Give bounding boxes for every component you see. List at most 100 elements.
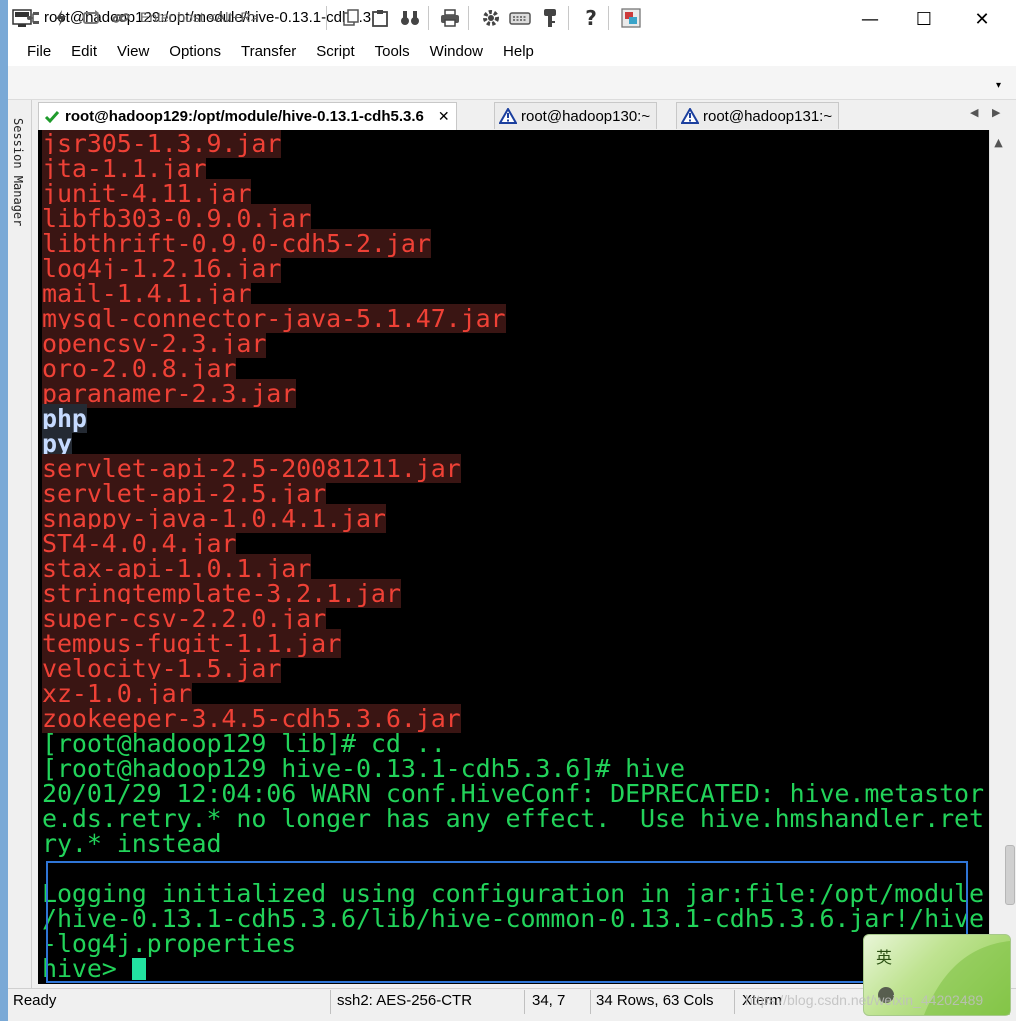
terminal-line: Logging initialized using configuration …	[42, 881, 984, 906]
scroll-up-icon[interactable]: ▲	[989, 132, 1008, 152]
terminal-line: super-csv-2.2.0.jar	[42, 604, 326, 633]
terminal-line: stax-api-1.0.1.jar	[42, 554, 311, 583]
key-icon[interactable]	[539, 7, 561, 29]
terminal-line: ry.* instead	[42, 829, 222, 858]
status-ready: Ready	[13, 992, 57, 1009]
terminal-line: tempus-fugit-1.1.jar	[42, 629, 341, 658]
toolbar-separator	[428, 6, 429, 30]
terminal-line: libthrift-0.9.0-cdh5-2.jar	[42, 229, 431, 258]
warning-icon	[681, 107, 699, 125]
menu-help[interactable]: Help	[493, 38, 544, 66]
print-icon[interactable]	[439, 7, 461, 29]
tab-label: root@hadoop130:~	[521, 107, 651, 125]
sftp-icon[interactable]	[620, 7, 642, 29]
terminal-line: jta-1.1.jar	[42, 154, 207, 183]
hive-prompt-line[interactable]: hive>	[42, 956, 146, 981]
terminal-line: junit-4.11.jar	[42, 179, 251, 208]
terminal-output[interactable]: jsr305-1.3.9.jar jta-1.1.jar junit-4.11.ja…	[38, 130, 989, 984]
maximize-button[interactable]: ☐	[897, 0, 951, 38]
terminal-line: servlet-api-2.5-20081211.jar	[42, 454, 461, 483]
terminal-line: zookeeper-3.4.5-cdh5.3.6.jar	[42, 704, 461, 733]
menu-options[interactable]: Options	[159, 38, 231, 66]
status-separator	[330, 990, 331, 1014]
terminal-line: php	[42, 404, 87, 433]
find-icon[interactable]	[399, 7, 421, 29]
paste-icon[interactable]	[369, 7, 391, 29]
tab-scroll-right-icon[interactable]: ▶	[992, 106, 1000, 119]
hive-prompt: hive>	[42, 954, 132, 983]
terminal-line: libfb303-0.9.0.jar	[42, 204, 311, 233]
menu-script[interactable]: Script	[306, 38, 364, 66]
minimize-icon: —	[861, 8, 879, 30]
status-cipher: ssh2: AES-256-CTR	[337, 992, 473, 1009]
terminal-line: -log4j.properties	[42, 931, 296, 956]
tab-label: root@hadoop129:/opt/module/hive-0.13.1-c…	[65, 108, 424, 125]
reconnect-icon[interactable]	[80, 7, 102, 29]
toolbar-separator	[568, 6, 569, 30]
terminal-line: [root@hadoop129 hive-0.13.1-cdh5.3.6]# h…	[42, 756, 685, 781]
tab-hadoop131[interactable]: root@hadoop131:~	[676, 102, 840, 129]
minimize-button[interactable]: —	[843, 0, 897, 38]
menu-file[interactable]: File	[8, 38, 61, 66]
tab-scroll-left-icon[interactable]: ◀	[970, 106, 978, 119]
terminal-line: jsr305-1.3.9.jar	[42, 130, 281, 158]
keymap-icon[interactable]	[509, 7, 531, 29]
terminal-line: mysql-connector-java-5.1.47.jar	[42, 304, 506, 333]
check-icon	[43, 108, 61, 126]
menu-tools[interactable]: Tools	[365, 38, 420, 66]
toolbar-separator	[608, 6, 609, 30]
status-separator	[524, 990, 525, 1014]
maximize-icon: ☐	[915, 8, 933, 30]
terminal-line: e.ds.retry.* no longer has any effect. U…	[42, 806, 984, 831]
terminal-line: servlet-api-2.5.jar	[42, 479, 326, 508]
warning-icon	[499, 107, 517, 125]
status-terminal-size: 34 Rows, 63 Cols	[596, 992, 714, 1009]
settings-icon[interactable]	[480, 7, 502, 29]
status-separator	[734, 990, 735, 1014]
terminal-line: /hive-0.13.1-cdh5.3.6/lib/hive-common-0.…	[42, 906, 984, 931]
scrollbar-thumb[interactable]	[1005, 845, 1015, 905]
link-icon[interactable]	[110, 7, 132, 29]
status-cursor-position: 34, 7	[532, 992, 566, 1009]
terminal-text: ry.* instead	[42, 829, 222, 858]
terminal-line: 20/01/29 12:04:06 WARN conf.HiveConf: DE…	[42, 781, 984, 806]
terminal-line: mail-1.4.1.jar	[42, 279, 251, 308]
toolbar	[8, 66, 1016, 100]
terminal-line: xz-1.0.jar	[42, 679, 192, 708]
terminal-line: paranamer-2.3.jar	[42, 379, 296, 408]
ime-language-label: 英	[876, 948, 893, 967]
terminal-line: stringtemplate-3.2.1.jar	[42, 579, 401, 608]
toolbar-overflow-icon[interactable]: ▾	[996, 80, 1001, 91]
host-input[interactable]	[140, 6, 318, 28]
toolbar-separator	[326, 6, 327, 30]
toolbar-separator	[468, 6, 469, 30]
terminal-line: ST4-4.0.4.jar	[42, 529, 236, 558]
terminal-line: oro-2.0.8.jar	[42, 354, 236, 383]
close-window-button[interactable]: ✕	[955, 0, 1009, 38]
tab-label: root@hadoop131:~	[703, 107, 833, 125]
copy-icon[interactable]	[340, 7, 362, 29]
quick-connect-icon[interactable]	[50, 7, 72, 29]
terminal-line: velocity-1.5.jar	[42, 654, 281, 683]
terminal-line: [root@hadoop129 lib]# cd ..	[42, 731, 446, 756]
menu-view[interactable]: View	[107, 38, 159, 66]
tab-hadoop129[interactable]: root@hadoop129:/opt/module/hive-0.13.1-c…	[38, 102, 457, 130]
terminal-line: opencsv-2.3.jar	[42, 329, 266, 358]
menu-bar: File Edit View Options Transfer Script T…	[8, 38, 1016, 66]
session-manager-label[interactable]: Session Manager	[11, 118, 25, 226]
terminal-line: log4j-1.2.16.jar	[42, 254, 281, 283]
terminal-line: py	[42, 429, 72, 458]
session-manager-strip[interactable]	[8, 100, 32, 988]
menu-window[interactable]: Window	[420, 38, 493, 66]
tab-hadoop130[interactable]: root@hadoop130:~	[494, 102, 658, 129]
watermark-text: https://blog.csdn.net/weixin_44202489	[745, 992, 984, 1008]
help-icon[interactable]: ?	[580, 6, 602, 30]
menu-edit[interactable]: Edit	[61, 38, 107, 66]
menu-transfer[interactable]: Transfer	[231, 38, 306, 66]
terminal-line: snappy-java-1.0.4.1.jar	[42, 504, 386, 533]
close-tab-icon[interactable]: ✕	[438, 108, 450, 125]
status-separator	[590, 990, 591, 1014]
terminal-cursor	[131, 958, 146, 980]
close-icon: ✕	[974, 8, 990, 30]
connect-icon[interactable]	[22, 7, 44, 29]
